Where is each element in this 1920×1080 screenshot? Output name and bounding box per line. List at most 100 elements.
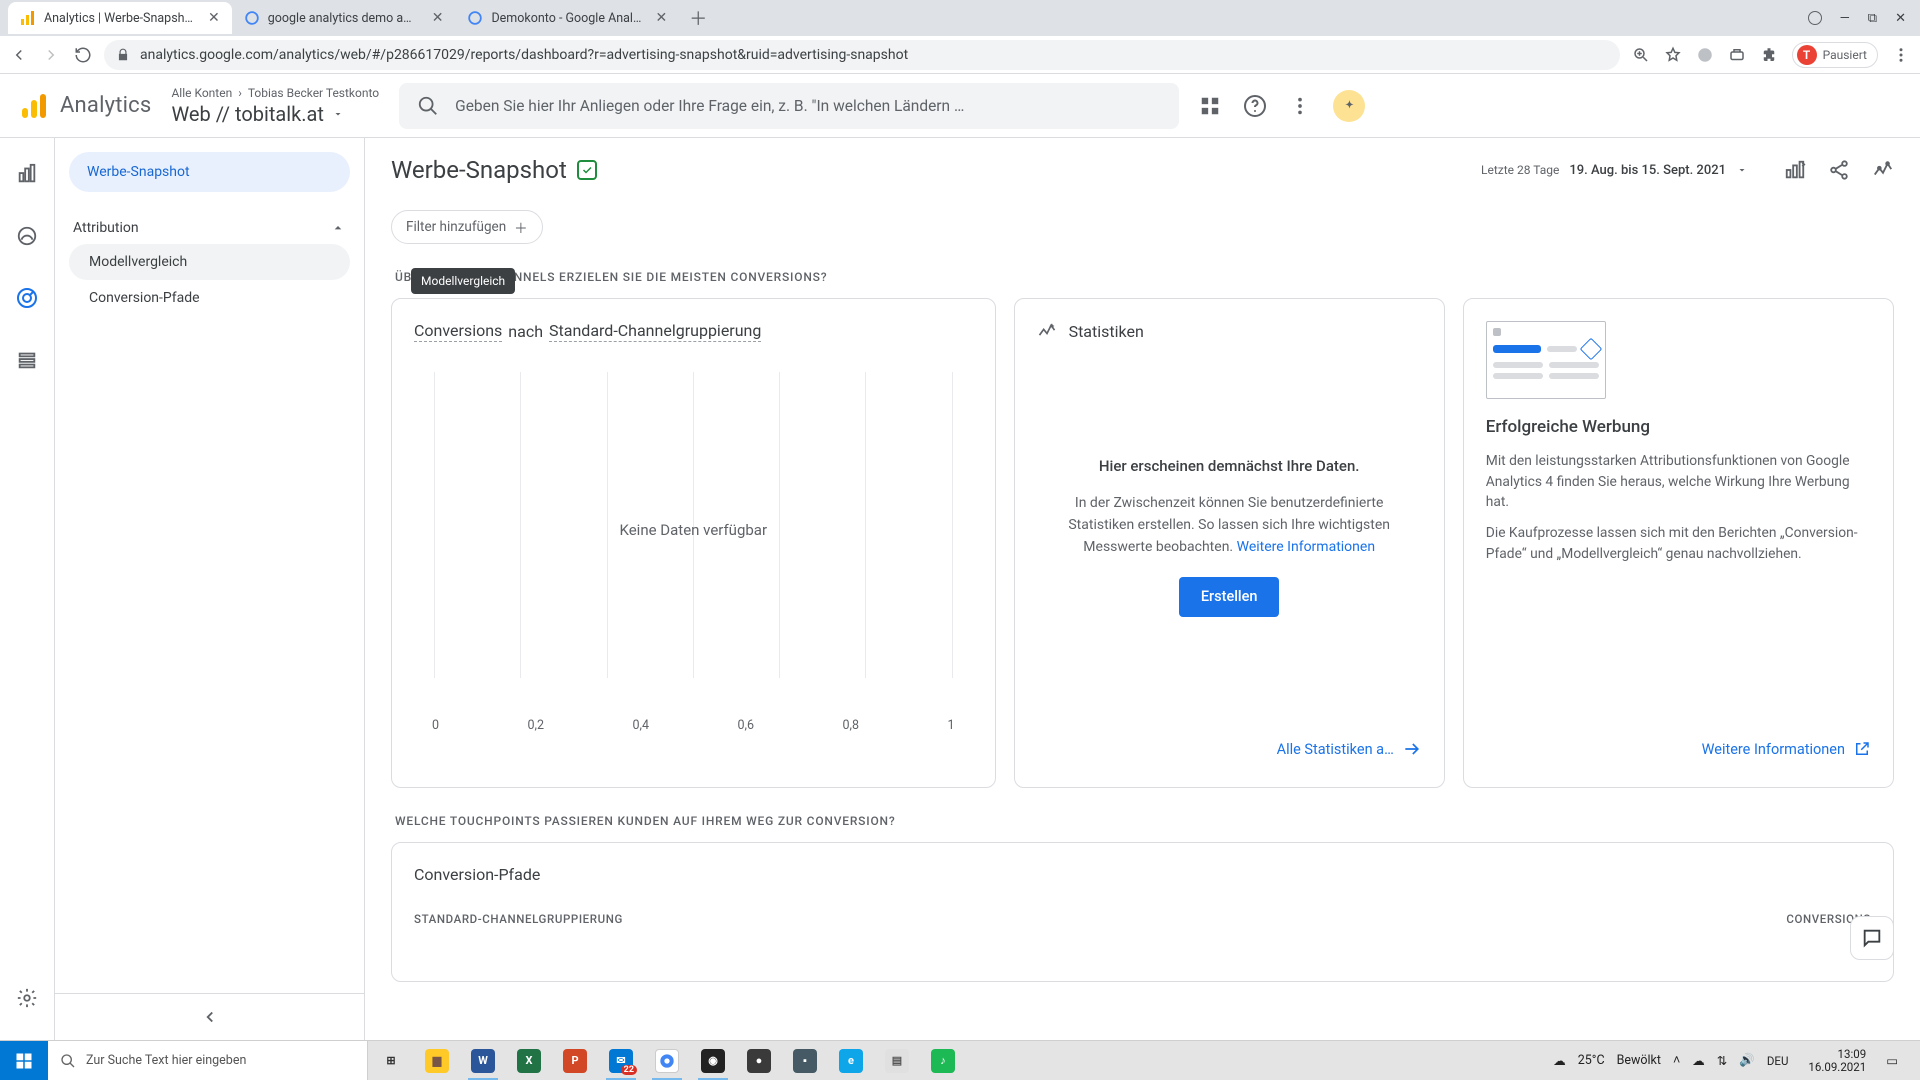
- address-bar[interactable]: analytics.google.com/analytics/web/#/p28…: [104, 40, 1620, 70]
- browser-tab-0[interactable]: Analytics | Werbe-Snapshot ✕: [8, 2, 232, 34]
- promo-illustration-icon: [1486, 321, 1606, 399]
- extension-icon[interactable]: [1696, 46, 1714, 64]
- taskbar-app-powerpoint[interactable]: P: [552, 1041, 598, 1080]
- rail-item-explore[interactable]: [7, 216, 47, 256]
- taskbar-app-obs[interactable]: ◉: [690, 1041, 736, 1080]
- rail-item-advertising[interactable]: [7, 278, 47, 318]
- help-icon[interactable]: [1243, 94, 1267, 118]
- reload-icon[interactable]: [74, 46, 92, 64]
- share-icon[interactable]: [1828, 159, 1850, 181]
- zoom-icon[interactable]: [1632, 46, 1650, 64]
- language-indicator[interactable]: DEU: [1767, 1054, 1789, 1068]
- edit-comparisons-icon[interactable]: [1784, 159, 1806, 181]
- feedback-fab[interactable]: [1850, 916, 1894, 960]
- bookmark-icon[interactable]: [1664, 46, 1682, 64]
- rail-item-reports[interactable]: [7, 154, 47, 194]
- add-filter-chip[interactable]: Filter hinzufügen ＋: [391, 210, 543, 244]
- stats-learn-more-link[interactable]: Weitere Informationen: [1237, 539, 1375, 555]
- dropdown-icon: [332, 108, 344, 120]
- browser-tab-2[interactable]: Demokonto - Google Analytics-… ✕: [455, 2, 679, 34]
- table-header-left: STANDARD-CHANNELGRUPPIERUNG: [414, 912, 623, 926]
- windows-taskbar: Zur Suche Text hier eingeben ⊞ ▆ W X P ✉…: [0, 1040, 1920, 1080]
- taskbar-search[interactable]: Zur Suche Text hier eingeben: [48, 1041, 368, 1080]
- forward-icon[interactable]: [42, 46, 60, 64]
- weather-icon[interactable]: ☁: [1553, 1053, 1566, 1069]
- profile-chip[interactable]: T Pausiert: [1792, 42, 1878, 68]
- main-content: Werbe-Snapshot Letzte 28 Tage 19. Aug. b…: [365, 138, 1920, 1040]
- card-promo-advertising: Erfolgreiche Werbung Mit den leistungsst…: [1463, 298, 1894, 788]
- browser-tab-title: google analytics demo account: [268, 11, 418, 26]
- user-avatar[interactable]: ✦: [1333, 90, 1365, 122]
- minimize-icon[interactable]: ―: [1840, 11, 1850, 26]
- taskbar-app-mail[interactable]: ✉ 22: [598, 1041, 644, 1080]
- page-titlebar: Werbe-Snapshot Letzte 28 Tage 19. Aug. b…: [391, 156, 1894, 184]
- sidebar-item-model-comparison[interactable]: Modellvergleich: [69, 244, 350, 280]
- weather-label[interactable]: Bewölkt: [1617, 1053, 1661, 1068]
- onedrive-icon[interactable]: ☁: [1692, 1053, 1705, 1069]
- sidebar-item-snapshot[interactable]: Werbe-Snapshot: [69, 152, 350, 192]
- tooltip: Modellvergleich: [411, 268, 515, 294]
- app-logo[interactable]: Analytics: [20, 92, 151, 120]
- rail-item-configure[interactable]: [7, 340, 47, 380]
- taskbar-app-word[interactable]: W: [460, 1041, 506, 1080]
- weather-temp[interactable]: 25°C: [1578, 1053, 1605, 1068]
- tray-chevron-icon[interactable]: ˄: [1673, 1053, 1680, 1068]
- app-search[interactable]: Geben Sie hier Ihr Anliegen oder Ihre Fr…: [399, 83, 1179, 129]
- page-title: Werbe-Snapshot: [391, 156, 567, 184]
- app-name: Analytics: [60, 93, 151, 118]
- property-selector[interactable]: Alle Konten › Tobias Becker Testkonto We…: [171, 86, 379, 126]
- taskbar-app-explorer[interactable]: ▆: [414, 1041, 460, 1080]
- date-range-picker[interactable]: Letzte 28 Tage 19. Aug. bis 15. Sept. 20…: [1481, 163, 1748, 178]
- back-icon[interactable]: [10, 46, 28, 64]
- close-window-icon[interactable]: ✕: [1895, 11, 1906, 26]
- create-stats-button[interactable]: Erstellen: [1179, 577, 1280, 617]
- new-tab-button[interactable]: ＋: [679, 5, 717, 31]
- taskbar-app-chrome[interactable]: [644, 1041, 690, 1080]
- analytics-logo-icon: [20, 92, 48, 120]
- collapse-panel-button[interactable]: [69, 994, 350, 1040]
- extension-icon[interactable]: [1728, 46, 1746, 64]
- crumb-all-accounts: Alle Konten: [171, 86, 232, 100]
- sidebar-item-label: Conversion-Pfade: [89, 290, 200, 306]
- card-footer-link[interactable]: Weitere Informationen: [1486, 733, 1871, 765]
- taskbar-clock[interactable]: 13:09 16.09.2021: [1800, 1048, 1874, 1073]
- start-button[interactable]: [0, 1041, 48, 1080]
- taskbar-app-notepad[interactable]: ▤: [874, 1041, 920, 1080]
- maximize-icon[interactable]: ⧉: [1868, 11, 1877, 26]
- promo-paragraph: Die Kaufprozesse lassen sich mit den Ber…: [1486, 523, 1871, 564]
- volume-icon[interactable]: 🔊: [1739, 1053, 1755, 1068]
- google-favicon-icon: [467, 10, 483, 26]
- insights-icon[interactable]: [1872, 159, 1894, 181]
- browser-toolbar: analytics.google.com/analytics/web/#/p28…: [0, 36, 1920, 74]
- chrome-menu-icon[interactable]: [1892, 46, 1910, 64]
- taskbar-app-excel[interactable]: X: [506, 1041, 552, 1080]
- dimension-link[interactable]: Standard-Channelgruppierung: [549, 321, 761, 342]
- taskbar-app-spotify[interactable]: ♪: [920, 1041, 966, 1080]
- sidebar-item-label: Modellvergleich: [89, 254, 187, 270]
- taskbar-app-taskview[interactable]: ⊞: [368, 1041, 414, 1080]
- notifications-icon[interactable]: ▭: [1886, 1053, 1898, 1069]
- taskbar-app-generic[interactable]: ●: [736, 1041, 782, 1080]
- taskbar-app-edge[interactable]: e: [828, 1041, 874, 1080]
- browser-tab-title: Demokonto - Google Analytics-…: [491, 11, 641, 26]
- card-conversion-paths: Conversion-Pfade STANDARD-CHANNELGRUPPIE…: [391, 842, 1894, 982]
- apps-grid-icon[interactable]: [1199, 95, 1221, 117]
- more-icon[interactable]: [1289, 95, 1311, 117]
- sidebar-section-attribution[interactable]: Attribution: [69, 212, 350, 244]
- account-indicator-icon[interactable]: [1808, 11, 1822, 25]
- taskbar-search-placeholder: Zur Suche Text hier eingeben: [86, 1053, 246, 1068]
- card-footer-link[interactable]: Alle Statistiken a…: [1037, 733, 1422, 765]
- rail-item-admin[interactable]: [7, 978, 47, 1018]
- close-icon[interactable]: ✕: [208, 10, 220, 26]
- sidebar-section-label: Attribution: [73, 220, 139, 236]
- browser-tab-1[interactable]: google analytics demo account ✕: [232, 2, 456, 34]
- sidebar-item-conversion-paths[interactable]: Conversion-Pfade: [69, 280, 350, 316]
- close-icon[interactable]: ✕: [432, 10, 444, 26]
- taskbar-app-generic[interactable]: ▪: [782, 1041, 828, 1080]
- metric-link[interactable]: Conversions: [414, 321, 502, 342]
- close-icon[interactable]: ✕: [655, 10, 667, 26]
- google-favicon-icon: [244, 10, 260, 26]
- wifi-icon[interactable]: ⇅: [1717, 1053, 1727, 1069]
- card-title: Conversions nach Standard-Channelgruppie…: [414, 321, 973, 342]
- extensions-menu-icon[interactable]: [1760, 46, 1778, 64]
